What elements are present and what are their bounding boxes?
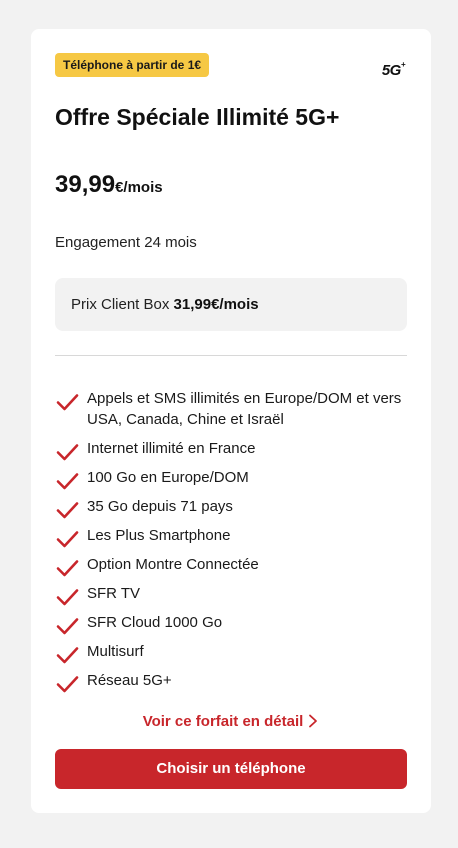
check-icon [56, 531, 79, 548]
price-amount: 39,99 [55, 171, 116, 198]
feature-label: 100 Go en Europe/DOM [87, 469, 249, 486]
network-logo-text: 5G [381, 62, 402, 79]
detail-link-label: Voir ce forfait en détail [142, 713, 304, 730]
feature-label: Internet illimité en France [87, 440, 256, 457]
price-unit: €/mois [115, 179, 163, 196]
check-icon [56, 560, 79, 577]
check-icon [56, 502, 79, 519]
promo-badge: Téléphone à partir de 1€ [55, 53, 210, 77]
feature-item: SFR TV [55, 583, 407, 606]
box-price-value: 31,99€/mois [173, 296, 259, 313]
feature-label: SFR Cloud 1000 Go [87, 614, 223, 631]
feature-label: Multisurf [87, 643, 144, 660]
feature-label: SFR TV [87, 585, 141, 602]
feature-item: Multisurf [55, 641, 407, 664]
network-5g-logo: 5G+ [381, 60, 406, 79]
choose-phone-button[interactable]: Choisir un téléphone [55, 749, 407, 789]
check-icon [56, 444, 79, 461]
feature-item: Internet illimité en France [55, 438, 407, 461]
box-price-label: Prix Client Box [71, 296, 174, 313]
feature-item: Appels et SMS illimités en Europe/DOM et… [55, 388, 407, 430]
feature-label: Les Plus Smartphone [87, 527, 231, 544]
check-icon [56, 473, 79, 490]
feature-label: Option Montre Connectée [87, 556, 259, 573]
check-icon [56, 589, 79, 606]
feature-item: Les Plus Smartphone [55, 525, 407, 548]
feature-label: Réseau 5G+ [87, 672, 172, 689]
offer-card: Téléphone à partir de 1€ 5G+ Offre Spéci… [31, 29, 431, 813]
offer-title: Offre Spéciale Illimité 5G+ [55, 104, 340, 130]
feature-item: Option Montre Connectée [55, 554, 407, 577]
feature-item: SFR Cloud 1000 Go [55, 612, 407, 635]
feature-label: Appels et SMS illimités en Europe/DOM et… [87, 390, 402, 428]
feature-item: 35 Go depuis 71 pays [55, 496, 407, 519]
chevron-right-icon [309, 714, 318, 728]
offer-detail-link[interactable]: Voir ce forfait en détail [31, 713, 431, 730]
features-list: Appels et SMS illimités en Europe/DOM et… [55, 388, 407, 699]
feature-item: 100 Go en Europe/DOM [55, 467, 407, 490]
network-logo-plus: + [400, 60, 406, 69]
engagement-text: Engagement 24 mois [55, 234, 197, 251]
offer-price: 39,99€/mois [55, 171, 163, 199]
check-icon [56, 394, 79, 411]
box-client-price: Prix Client Box 31,99€/mois [55, 278, 407, 331]
check-icon [56, 647, 79, 664]
feature-label: 35 Go depuis 71 pays [87, 498, 233, 515]
check-icon [56, 618, 79, 635]
feature-item: Réseau 5G+ [55, 670, 407, 693]
check-icon [56, 676, 79, 693]
divider [55, 355, 407, 356]
